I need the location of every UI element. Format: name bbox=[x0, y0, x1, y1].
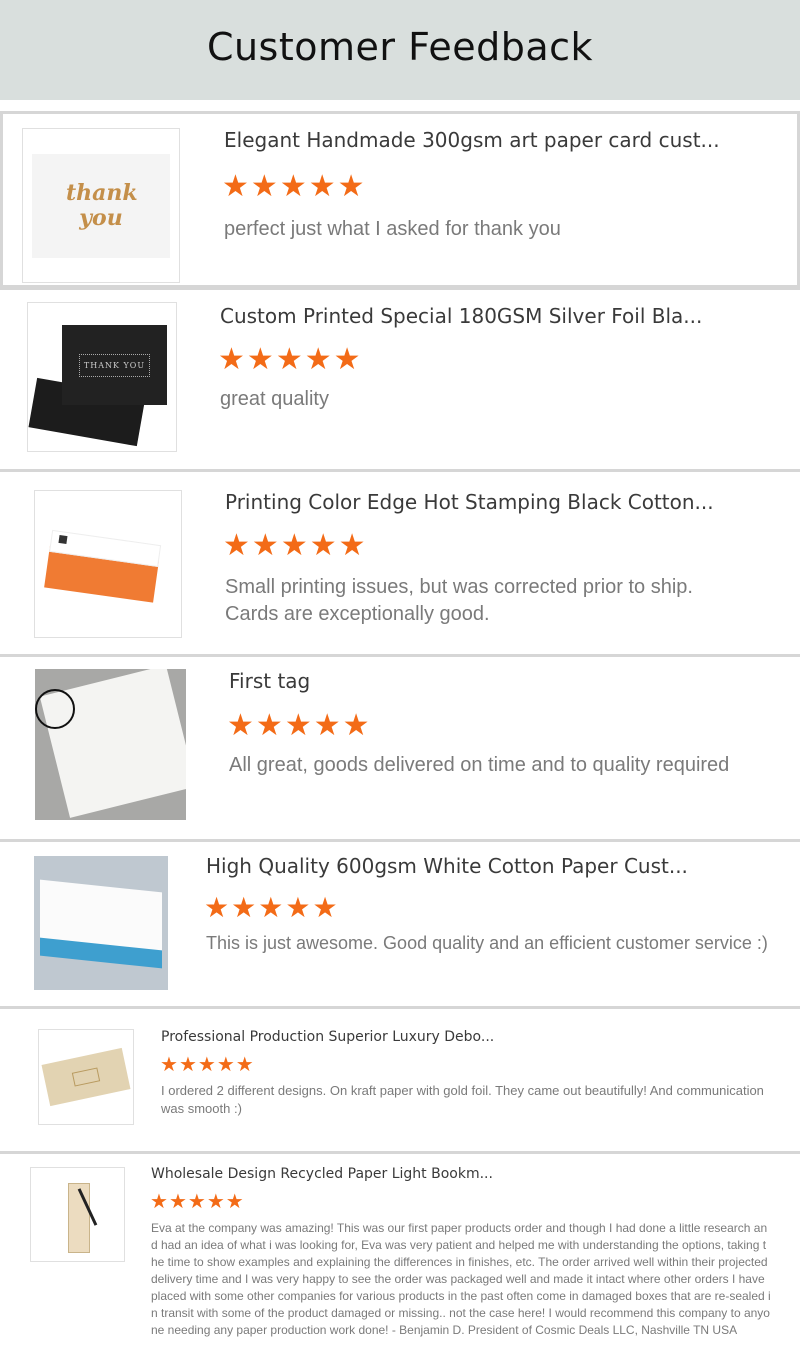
review-card[interactable]: First tag ★ ★ ★ ★ ★ All great, goods del… bbox=[0, 654, 800, 841]
product-thumbnail[interactable] bbox=[34, 490, 182, 638]
product-thumbnail[interactable] bbox=[30, 1167, 125, 1262]
star-icon: ★ bbox=[285, 892, 311, 923]
product-thumbnail[interactable] bbox=[35, 669, 186, 820]
star-icon: ★ bbox=[227, 709, 254, 742]
star-rating: ★ ★ ★ ★ ★ bbox=[218, 345, 361, 375]
star-rating: ★ ★ ★ ★ ★ bbox=[204, 894, 338, 922]
star-icon: ★ bbox=[231, 892, 257, 923]
review-text: perfect just what I asked for thank you bbox=[224, 218, 561, 240]
star-icon: ★ bbox=[337, 170, 365, 203]
review-card[interactable]: Printing Color Edge Hot Stamping Black C… bbox=[0, 469, 800, 656]
star-icon: ★ bbox=[280, 529, 308, 562]
star-icon: ★ bbox=[304, 343, 332, 376]
product-title[interactable]: Wholesale Design Recycled Paper Light Bo… bbox=[151, 1166, 493, 1182]
review-card[interactable]: THANK YOU Custom Printed Special 180GSM … bbox=[0, 287, 800, 471]
star-icon: ★ bbox=[338, 529, 366, 562]
review-card[interactable]: thank you Elegant Handmade 300gsm art pa… bbox=[0, 111, 800, 288]
review-text: I ordered 2 different designs. On kraft … bbox=[161, 1083, 764, 1116]
star-icon: ★ bbox=[235, 1054, 254, 1076]
review-text: Small printing issues, but was corrected… bbox=[225, 576, 693, 625]
star-icon: ★ bbox=[225, 1191, 244, 1213]
product-title[interactable]: High Quality 600gsm White Cotton Paper C… bbox=[206, 854, 688, 878]
star-icon: ★ bbox=[216, 1054, 235, 1076]
review-card[interactable]: Professional Production Superior Luxury … bbox=[0, 1006, 800, 1154]
star-rating: ★ ★ ★ ★ ★ bbox=[150, 1192, 244, 1212]
star-icon: ★ bbox=[204, 892, 230, 923]
star-icon: ★ bbox=[246, 343, 274, 376]
product-thumbnail[interactable] bbox=[34, 856, 168, 990]
thumb-text: thank you bbox=[66, 180, 138, 231]
star-icon: ★ bbox=[258, 892, 284, 923]
star-icon: ★ bbox=[312, 892, 338, 923]
page-title: Customer Feedback bbox=[206, 25, 594, 69]
star-icon: ★ bbox=[150, 1191, 168, 1213]
star-icon: ★ bbox=[168, 1191, 187, 1213]
review-text: great quality bbox=[220, 388, 329, 410]
star-icon: ★ bbox=[187, 1191, 206, 1213]
star-rating: ★ ★ ★ ★ ★ bbox=[223, 531, 366, 561]
star-icon: ★ bbox=[160, 1054, 178, 1076]
review-text: All great, goods delivered on time and t… bbox=[229, 754, 730, 776]
review-text: Eva at the company was amazing! This was… bbox=[151, 1221, 771, 1337]
star-icon: ★ bbox=[250, 170, 278, 203]
star-icon: ★ bbox=[206, 1191, 225, 1213]
review-card[interactable]: High Quality 600gsm White Cotton Paper C… bbox=[0, 839, 800, 1009]
star-icon: ★ bbox=[333, 343, 361, 376]
star-icon: ★ bbox=[197, 1054, 216, 1076]
star-rating: ★ ★ ★ ★ ★ bbox=[222, 172, 365, 202]
product-title[interactable]: Printing Color Edge Hot Stamping Black C… bbox=[225, 490, 714, 514]
star-icon: ★ bbox=[309, 529, 337, 562]
star-icon: ★ bbox=[178, 1054, 197, 1076]
product-thumbnail[interactable] bbox=[38, 1029, 134, 1125]
review-text: This is just awesome. Good quality and a… bbox=[206, 933, 768, 953]
product-title[interactable]: Custom Printed Special 180GSM Silver Foi… bbox=[220, 304, 702, 328]
star-icon: ★ bbox=[218, 343, 245, 376]
star-icon: ★ bbox=[275, 343, 303, 376]
star-icon: ★ bbox=[255, 709, 283, 742]
star-icon: ★ bbox=[223, 529, 250, 562]
star-icon: ★ bbox=[284, 709, 312, 742]
star-rating: ★ ★ ★ ★ ★ bbox=[160, 1055, 254, 1075]
star-icon: ★ bbox=[313, 709, 341, 742]
product-thumbnail[interactable]: THANK YOU bbox=[27, 302, 177, 452]
review-card[interactable]: Wholesale Design Recycled Paper Light Bo… bbox=[0, 1151, 800, 1361]
star-icon: ★ bbox=[279, 170, 307, 203]
star-icon: ★ bbox=[251, 529, 279, 562]
star-icon: ★ bbox=[342, 709, 370, 742]
star-rating: ★ ★ ★ ★ ★ bbox=[227, 711, 370, 741]
thumb-text: THANK YOU bbox=[78, 353, 151, 377]
product-title[interactable]: Elegant Handmade 300gsm art paper card c… bbox=[224, 128, 720, 152]
star-icon: ★ bbox=[308, 170, 336, 203]
star-icon: ★ bbox=[222, 170, 249, 203]
product-title[interactable]: Professional Production Superior Luxury … bbox=[161, 1029, 494, 1045]
product-thumbnail[interactable]: thank you bbox=[22, 128, 180, 283]
product-title[interactable]: First tag bbox=[229, 669, 310, 693]
page-header: Customer Feedback bbox=[0, 0, 800, 100]
